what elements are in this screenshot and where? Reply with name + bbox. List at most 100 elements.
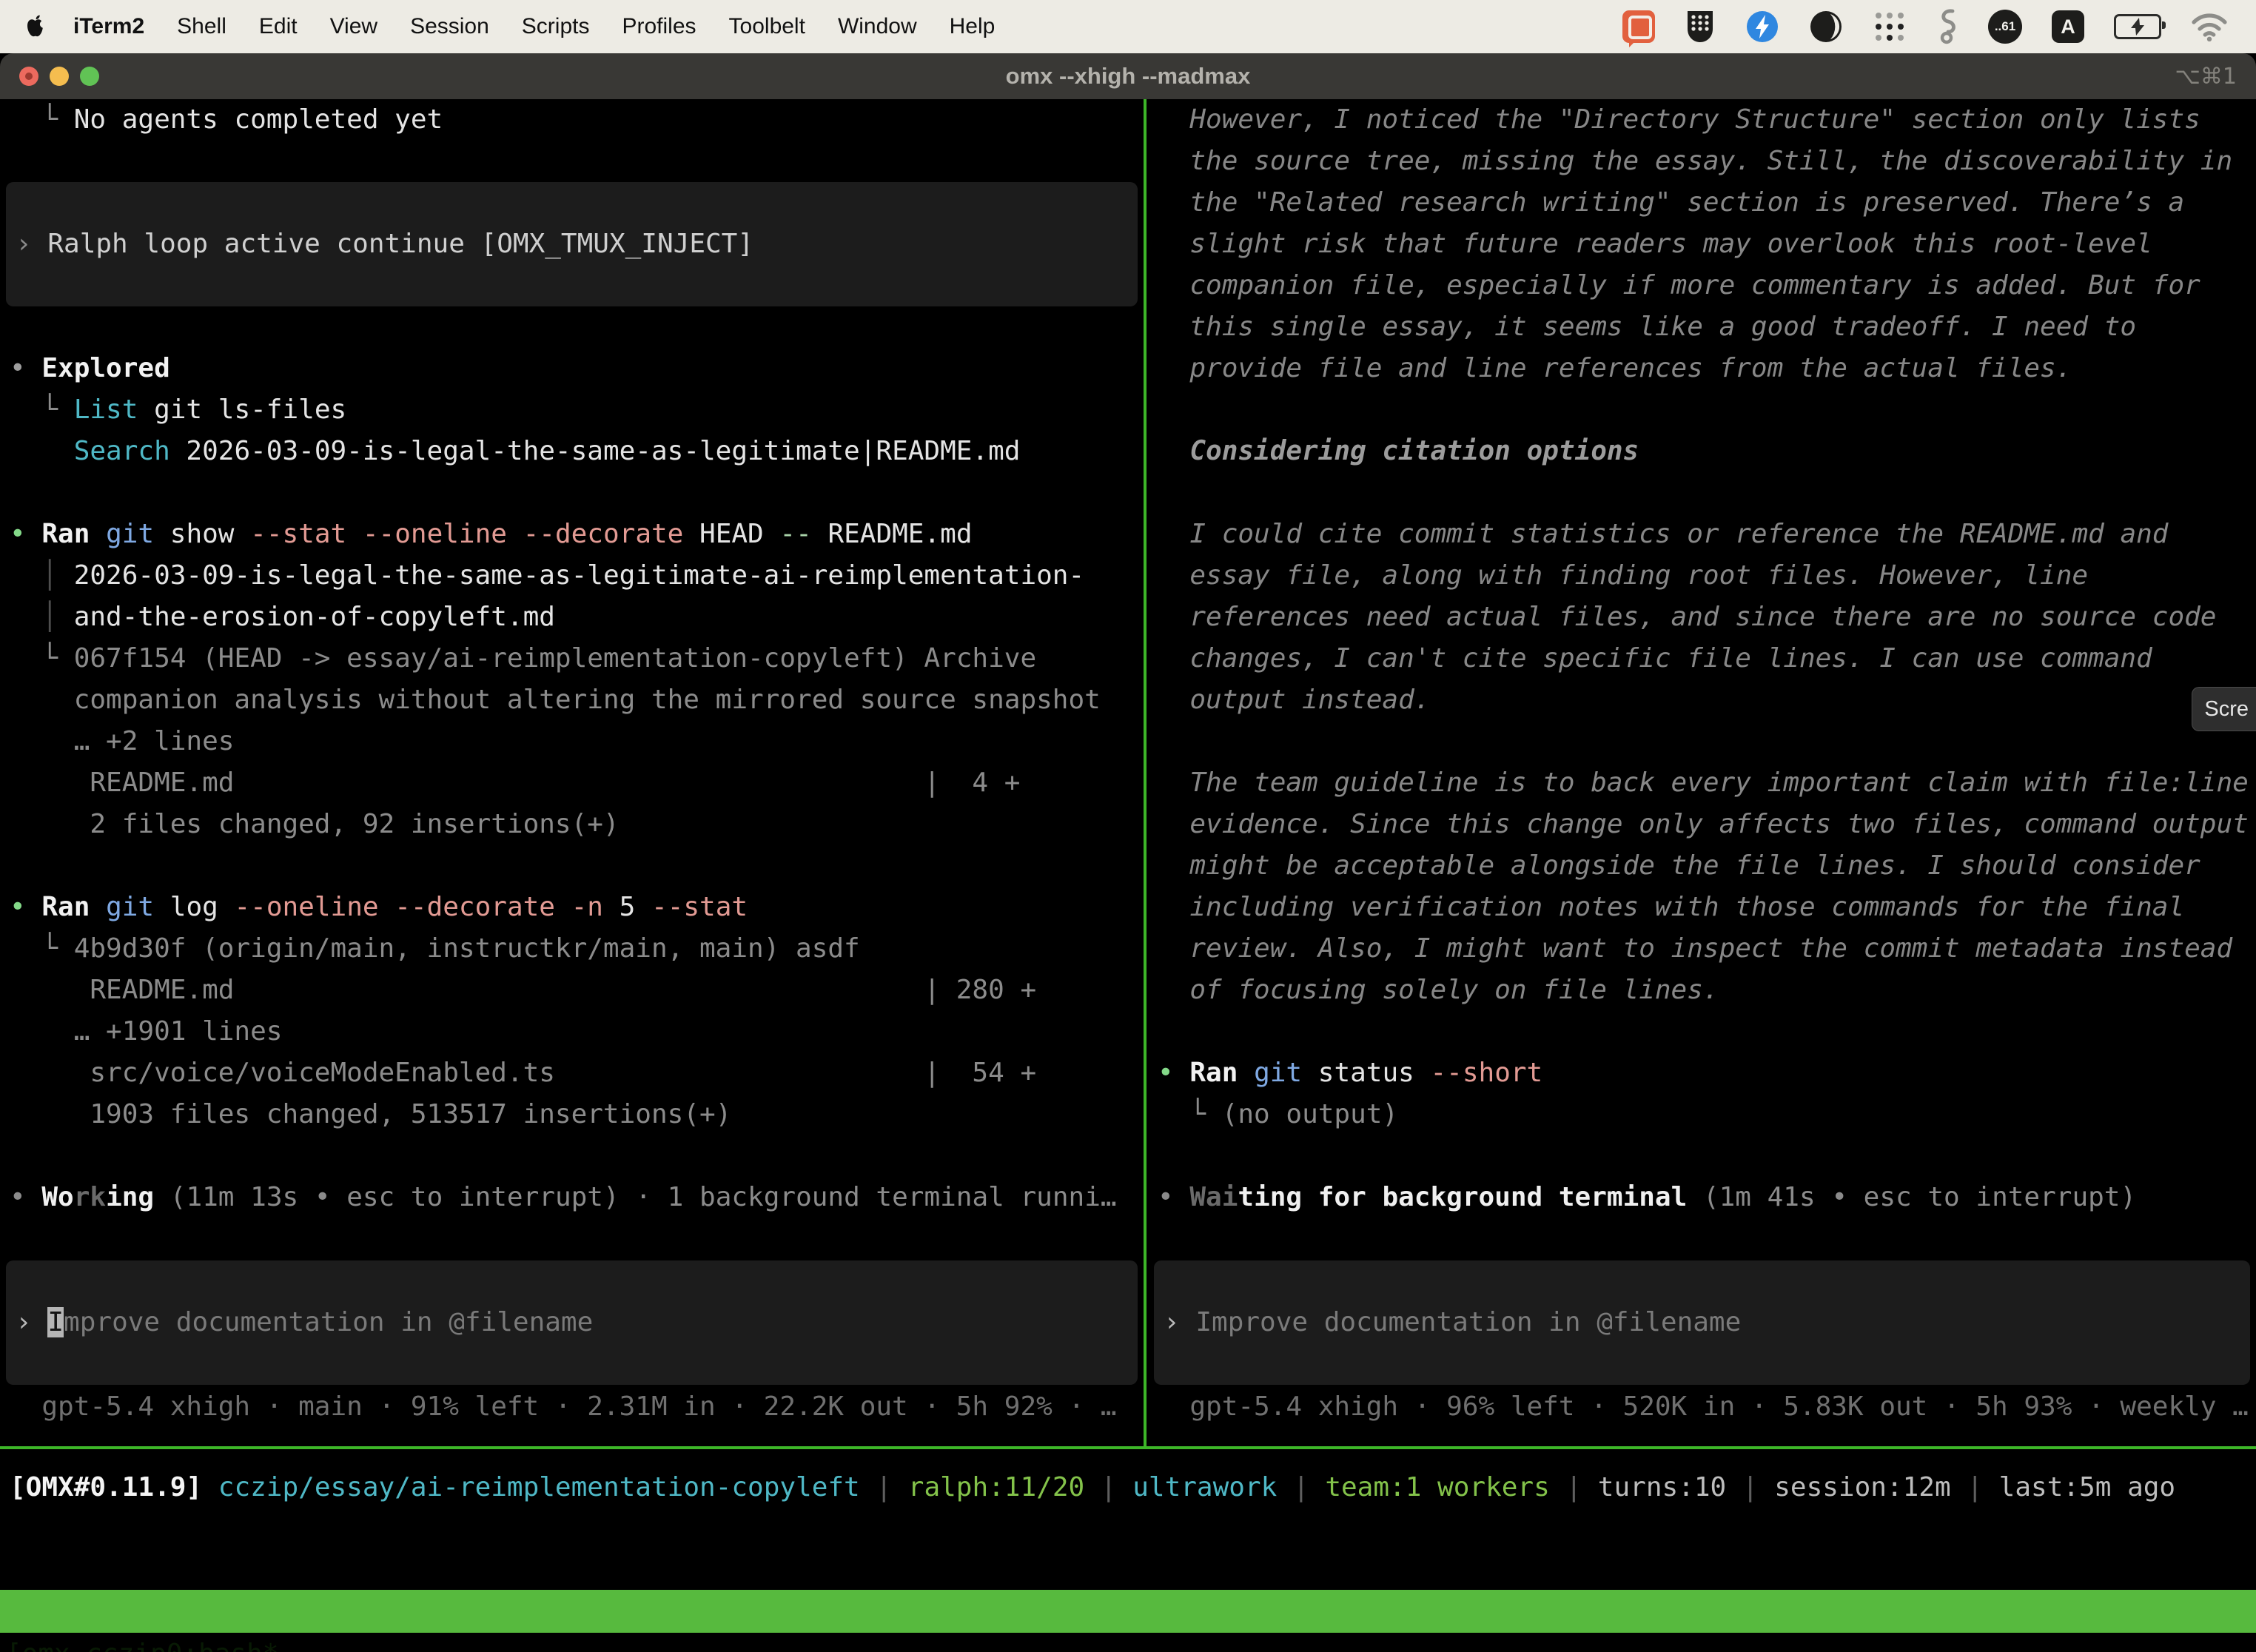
menu-item-edit[interactable]: Edit	[259, 14, 298, 39]
reasoning-line: the source tree, missing the essay. Stil…	[1148, 141, 2256, 182]
text: src/voice/voiceModeEnabled.ts | 54 +	[10, 1058, 1036, 1088]
zoom-button[interactable]	[80, 67, 99, 86]
text: 2 files changed, 92 insertions(+)	[10, 809, 620, 839]
screen-tooltip: Scre	[2192, 687, 2256, 731]
reasoning-line: might be acceptable alongside the file l…	[1148, 845, 2256, 887]
working-shimmer: rk	[74, 1182, 106, 1212]
menu-item-iterm2[interactable]: iTerm2	[73, 14, 144, 39]
text: of focusing solely on file lines.	[1189, 975, 1719, 1005]
working-shimmer: Wo	[41, 1182, 73, 1212]
chat-app-icon[interactable]	[1622, 9, 1655, 44]
cmd-flags: --short	[1431, 1058, 1543, 1088]
model-status-line: gpt-5.4 xhigh · main · 91% left · 2.31M …	[0, 1386, 1144, 1428]
cmd-arg: 5	[603, 892, 651, 922]
cmd-file: README.md	[812, 519, 973, 549]
omx-status-bar: [OMX#0.11.9] cczip/essay/ai-reimplementa…	[0, 1467, 2256, 1508]
waiting-status-line: • Waiting for background terminal (1m 41…	[1148, 1177, 2256, 1218]
prompt-input[interactable]: › Improve documentation in @filename	[1154, 1260, 2250, 1385]
reasoning-line: references need actual files, and since …	[1148, 597, 2256, 638]
menu-item-help[interactable]: Help	[950, 14, 996, 39]
space	[90, 519, 106, 549]
agents-done-text: No agents completed yet	[74, 104, 443, 135]
waiting-detail: (1m 41s • esc to interrupt)	[1687, 1182, 2136, 1212]
menu-item-shell[interactable]: Shell	[177, 14, 226, 39]
blank-line	[1148, 721, 2256, 762]
terminal-line: README.md | 4 +	[0, 762, 1144, 804]
text: might be acceptable alongside the file l…	[1189, 850, 2200, 881]
menu-item-profiles[interactable]: Profiles	[622, 14, 696, 39]
text: git ls-files	[138, 394, 346, 425]
blank-line	[0, 845, 1144, 887]
minimize-button[interactable]	[50, 67, 69, 86]
terminal: └ No agents completed yet › Ralph loop a…	[0, 99, 2256, 1652]
input-source-icon[interactable]: A	[2052, 10, 2084, 43]
blank-line	[0, 306, 1144, 348]
pane-divider-vertical[interactable]	[1144, 99, 1147, 1448]
reasoning-line: output instead.	[1148, 679, 2256, 721]
menu-item-scripts[interactable]: Scripts	[522, 14, 590, 39]
tree-glyph: └	[10, 394, 74, 425]
menu-item-window[interactable]: Window	[838, 14, 917, 39]
terminal-line: … +1901 lines	[0, 1011, 1144, 1052]
terminal-line: Search 2026-03-09-is-legal-the-same-as-l…	[0, 431, 1144, 472]
omx-team: team:1 workers	[1325, 1472, 1549, 1502]
separator: |	[1277, 1472, 1325, 1502]
menu-item-session[interactable]: Session	[410, 14, 489, 39]
right-pane[interactable]: However, I noticed the "Directory Struct…	[1148, 99, 2256, 1428]
pie-disk-icon[interactable]	[1809, 9, 1843, 44]
reasoning-line: the "Related research writing" section i…	[1148, 182, 2256, 224]
explored-title: Explored	[41, 353, 169, 383]
terminal-line: … +2 lines	[0, 721, 1144, 762]
squiggle-icon[interactable]	[1936, 9, 1958, 44]
keyboard-shield-icon[interactable]	[1685, 9, 1716, 44]
omx-session-time: session:12m	[1774, 1472, 1950, 1502]
menu-item-view[interactable]: View	[330, 14, 377, 39]
model-status-text: gpt-5.4 xhigh · 96% left · 520K in · 5.8…	[1189, 1391, 2248, 1422]
text-cursor: I	[47, 1307, 64, 1337]
battery-percent-badge-icon[interactable]: ..61	[1988, 10, 2022, 44]
cmd-sub: show	[154, 519, 250, 549]
text: companion file, especially if more comme…	[1189, 270, 2200, 300]
text: README.md | 4 +	[10, 768, 1020, 798]
left-pane[interactable]: └ No agents completed yet › Ralph loop a…	[0, 99, 1144, 1428]
text: essay file, along with finding root file…	[1189, 560, 2088, 591]
terminal-line: • Ran git log --oneline --decorate -n 5 …	[0, 887, 1144, 928]
omx-ralph-count: ralph:11/20	[908, 1472, 1084, 1502]
dot-grid-icon[interactable]	[1873, 9, 1907, 44]
separator: |	[1084, 1472, 1132, 1502]
menu-item-toolbelt[interactable]: Toolbelt	[729, 14, 805, 39]
reasoning-line: I could cite commit statistics or refere…	[1148, 514, 2256, 555]
text: including verification notes with those …	[1189, 892, 2184, 922]
wifi-icon[interactable]	[2191, 9, 2228, 44]
window-shortcut: ⌥⌘1	[2175, 64, 2237, 90]
text: However, I noticed the "Directory Struct…	[1189, 104, 2200, 135]
menu-bar: iTerm2 Shell Edit View Session Scripts P…	[0, 0, 2256, 53]
separator: |	[860, 1472, 908, 1502]
blank-line	[0, 472, 1144, 514]
cmd-git: git	[1254, 1058, 1302, 1088]
working-status-line: • Working (11m 13s • esc to interrupt) ·…	[0, 1177, 1144, 1218]
window-title: omx --xhigh --madmax	[0, 63, 2256, 90]
battery-charging-icon[interactable]	[2114, 9, 2161, 44]
apple-menu-icon[interactable]	[25, 15, 45, 38]
terminal-line: │ and-the-erosion-of-copyleft.md	[0, 597, 1144, 638]
cmd-sub: log	[154, 892, 234, 922]
text: I could cite commit statistics or refere…	[1189, 519, 1959, 549]
text: provide file and line references from th…	[1189, 353, 2072, 383]
text: and-the-erosion-of-copyleft.md	[74, 602, 555, 632]
lightning-app-icon[interactable]	[1745, 9, 1779, 44]
reasoning-line: companion file, especially if more comme…	[1148, 265, 2256, 306]
blank-line	[1148, 1011, 2256, 1052]
text: output instead.	[1189, 685, 1430, 715]
prompt-input[interactable]: › Improve documentation in @filename	[6, 1260, 1138, 1385]
close-button[interactable]	[19, 67, 38, 86]
terminal-line: └ No agents completed yet	[0, 99, 1144, 141]
model-status-line: gpt-5.4 xhigh · 96% left · 520K in · 5.8…	[1148, 1386, 2256, 1428]
text: The team guideline is to back every impo…	[1189, 768, 2248, 798]
terminal-line: 1903 files changed, 513517 insertions(+)	[0, 1094, 1144, 1135]
ran-label: Ran	[41, 519, 90, 549]
tmux-status-bar: [omx-cczip0:bash* "MacBook-Pro-44.local"…	[0, 1590, 2256, 1633]
waiting-shimmer: Wai	[1189, 1182, 1238, 1212]
indent	[10, 436, 74, 466]
file-link: README.md	[1960, 519, 2104, 549]
